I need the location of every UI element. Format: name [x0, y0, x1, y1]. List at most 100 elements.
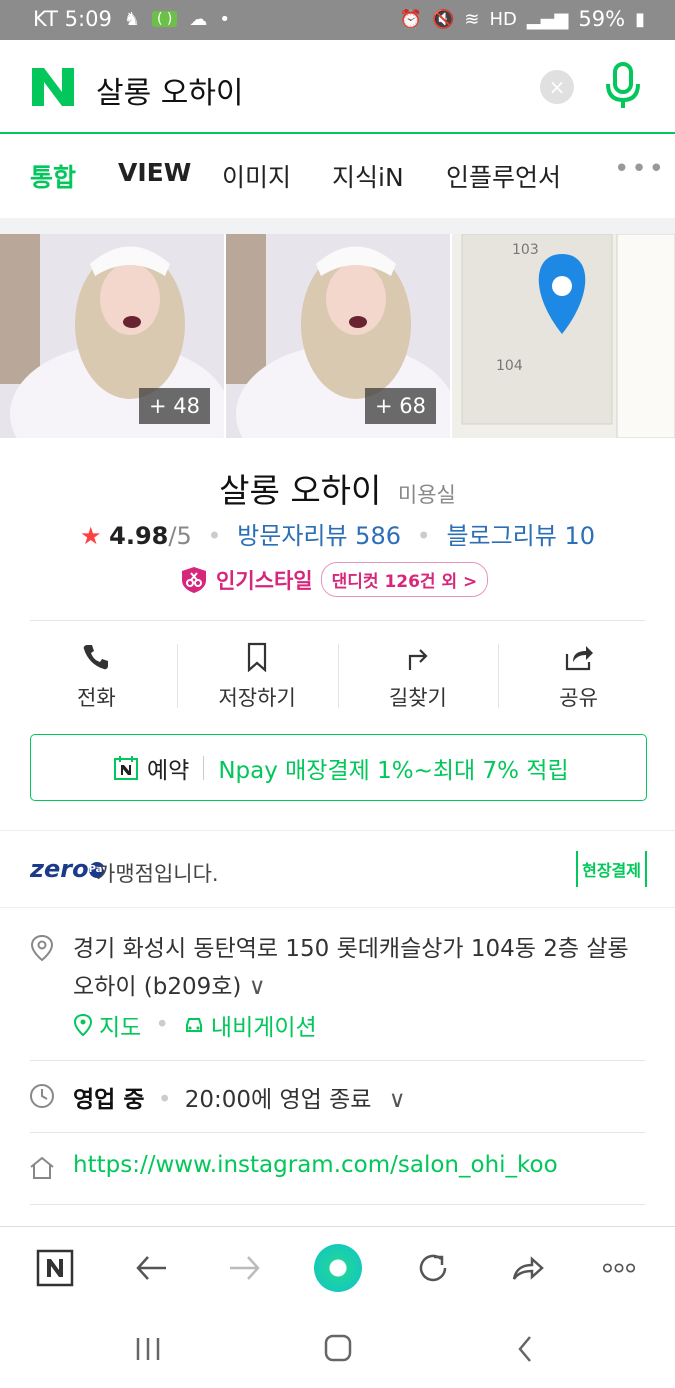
mute-icon: 🔇	[431, 8, 455, 30]
photo-thumbnail[interactable]: + 68	[226, 234, 450, 438]
car-icon	[185, 1018, 202, 1032]
photo-thumbnail[interactable]: + 48	[0, 234, 224, 438]
tab-view[interactable]: VIEW	[118, 158, 191, 187]
reservation-label: 예약	[147, 757, 190, 784]
more-dots-icon	[602, 1263, 636, 1273]
search-tabs: 통합 VIEW 이미지 지식iN 인플루언서 •••	[0, 134, 675, 218]
location-pin-icon	[30, 934, 54, 962]
map-label-104: 104	[496, 358, 523, 374]
status-bar: KT 5:09 ♞ ( ) ☁ • ⏰ 🔇 ≋ HD ▂▄▆ 59% ▮	[0, 0, 675, 40]
divider	[30, 1132, 645, 1133]
blog-reviews-link[interactable]: 블로그리뷰 10	[446, 522, 595, 550]
directions-button[interactable]: 길찾기	[337, 640, 499, 718]
separator-dot: •	[416, 522, 431, 550]
back-nav-icon[interactable]	[506, 1332, 546, 1366]
browser-toolbar	[0, 1226, 675, 1310]
star-icon: ★	[79, 522, 102, 550]
refresh-icon	[419, 1254, 447, 1282]
battery-icon: ▮	[635, 8, 645, 30]
popular-style-pill[interactable]: 댄디컷 126건 외 >	[320, 562, 489, 597]
separator-dot: •	[207, 522, 222, 550]
address-links: 지도 • 내비게이션	[73, 1008, 317, 1042]
wifi-icon: ≋	[464, 8, 480, 30]
visitor-reviews-link[interactable]: 방문자리뷰 586	[237, 522, 401, 550]
app-badge-icon: ( )	[151, 11, 178, 27]
place-title: 살롱 오하이 미용실	[0, 464, 675, 512]
onsite-payment-badge: 현장결제	[576, 851, 647, 887]
clear-button[interactable]: ×	[540, 70, 574, 104]
share-label: 공유	[559, 686, 598, 710]
scissors-shield-icon	[182, 566, 206, 593]
home-nav-icon[interactable]	[318, 1332, 358, 1366]
naver-home-button[interactable]	[32, 1245, 78, 1291]
reservation-separator	[203, 755, 205, 780]
zeropay-logo: zeroPay	[30, 855, 109, 883]
tab-kin[interactable]: 지식iN	[332, 158, 404, 194]
home-icon	[30, 1156, 54, 1179]
reservation-button[interactable]: 예약 Npay 매장결제 1%~최대 7% 적립	[30, 734, 647, 801]
naver-reservation-icon	[114, 755, 138, 780]
call-button[interactable]: 전화	[16, 640, 177, 718]
share-arrow-icon	[512, 1256, 544, 1280]
photo-strip: + 48 + 68 103 104	[0, 234, 675, 438]
green-dot-button[interactable]	[314, 1244, 362, 1292]
save-label: 저장하기	[218, 686, 296, 710]
forward-button[interactable]	[222, 1245, 268, 1291]
directions-icon	[408, 649, 428, 670]
map-link[interactable]: 지도	[99, 1008, 141, 1042]
photo-count-badge: + 68	[365, 388, 436, 424]
naver-logo-icon[interactable]	[32, 68, 74, 106]
divider	[30, 1204, 645, 1205]
npay-text: Npay 매장결제 1%~최대 7% 적립	[218, 757, 569, 784]
navigation-link[interactable]: 내비게이션	[211, 1008, 317, 1042]
share-page-button[interactable]	[504, 1245, 550, 1291]
zeropay-row: zeroPay 가맹점입니다. 현장결제	[0, 830, 675, 908]
tab-integrated[interactable]: 통합	[30, 158, 76, 194]
divider	[30, 620, 645, 621]
share-button[interactable]: 공유	[498, 640, 659, 718]
alarm-icon: ⏰	[399, 8, 422, 30]
more-menu-button[interactable]	[596, 1245, 642, 1291]
naver-n-icon	[36, 1249, 74, 1287]
dot-icon: •	[219, 8, 230, 30]
divider	[30, 1060, 645, 1061]
place-category: 미용실	[397, 483, 456, 507]
recents-icon[interactable]	[128, 1332, 168, 1366]
mic-icon[interactable]	[604, 62, 642, 110]
address-text[interactable]: 경기 화성시 동탄역로 150 롯데캐슬상가 104동 2층 살롱 오하이 (b…	[73, 930, 653, 1006]
business-hours[interactable]: 영업 중 • 20:00에 영업 종료 ∨	[73, 1080, 406, 1114]
hours-detail: 20:00에 영업 종료	[184, 1087, 372, 1113]
photo-count-badge: + 48	[139, 388, 210, 424]
back-button[interactable]	[128, 1245, 174, 1291]
website-link[interactable]: https://www.instagram.com/salon_ohi_koo	[73, 1152, 558, 1178]
map-image: 103 104	[452, 234, 675, 438]
tab-influencer[interactable]: 인플루언서	[446, 158, 561, 194]
more-tabs-icon[interactable]: •••	[614, 154, 666, 184]
system-nav-bar	[0, 1310, 675, 1388]
popular-style-label[interactable]: 인기스타일	[216, 565, 313, 595]
directions-label: 길찾기	[388, 686, 447, 710]
zeropay-text: 가맹점입니다.	[96, 862, 219, 886]
share-icon	[565, 646, 593, 671]
rating-score: 4.98	[109, 522, 169, 550]
zeropay-logo-text: zero	[30, 855, 89, 883]
chevron-down-icon[interactable]: ∨	[249, 974, 266, 1000]
search-header: 살롱 오하이 ×	[0, 40, 675, 134]
phone-icon	[84, 645, 109, 670]
refresh-button[interactable]	[410, 1245, 456, 1291]
rating-max: /5	[168, 522, 192, 550]
action-bar: 전화 저장하기 길찾기 공유	[16, 640, 659, 718]
place-name[interactable]: 살롱 오하이	[219, 471, 381, 510]
section-gap	[0, 218, 675, 234]
arrow-left-icon	[136, 1256, 166, 1280]
address-value: 경기 화성시 동탄역로 150 롯데캐슬상가 104동 2층 살롱 오하이 (b…	[73, 936, 629, 1000]
save-button[interactable]: 저장하기	[176, 640, 338, 718]
search-input[interactable]: 살롱 오하이	[96, 68, 244, 112]
tab-image[interactable]: 이미지	[222, 158, 291, 194]
map-thumbnail[interactable]: 103 104	[452, 234, 675, 438]
popular-style-row: 인기스타일 댄디컷 126건 외 >	[180, 562, 489, 597]
separator-dot: •	[155, 1012, 169, 1038]
arrow-right-icon	[230, 1256, 260, 1280]
call-label: 전화	[77, 686, 116, 710]
chevron-down-icon[interactable]: ∨	[389, 1087, 406, 1113]
